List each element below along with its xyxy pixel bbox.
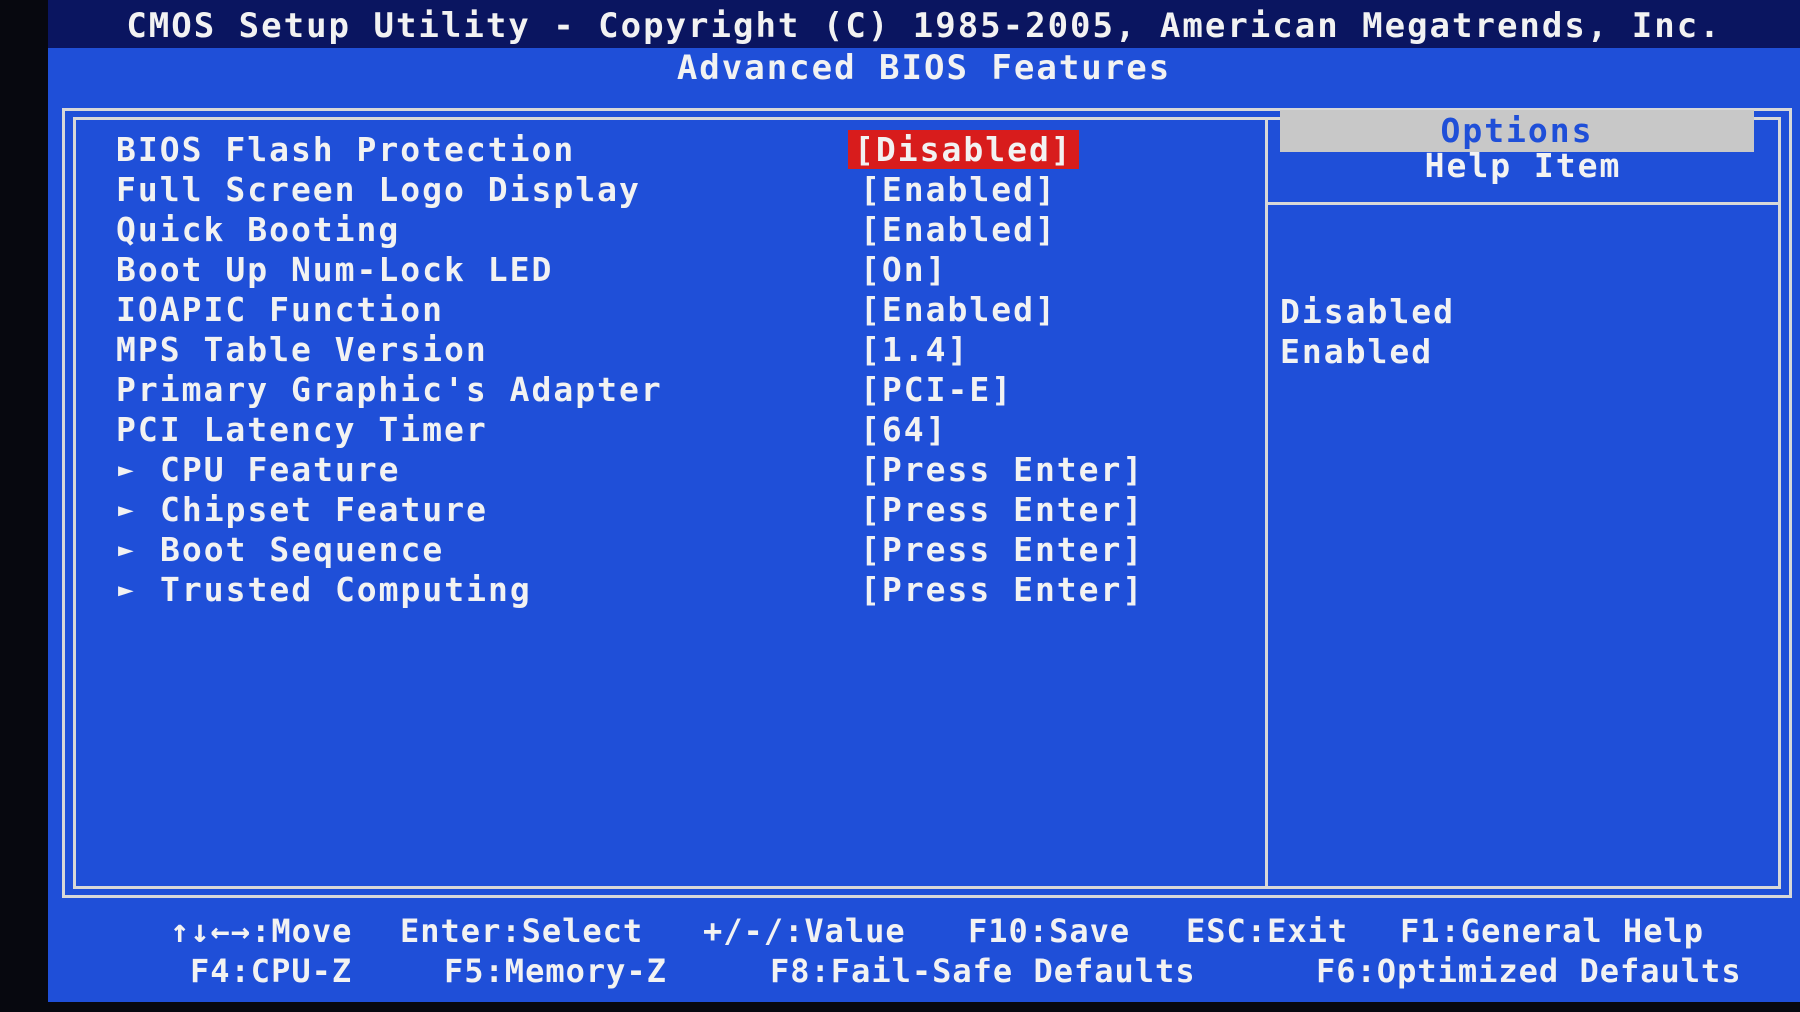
setting-value-selected[interactable]: [Disabled] xyxy=(848,130,1079,169)
setting-label: IOAPIC Function xyxy=(116,290,445,329)
setting-value[interactable]: [64] xyxy=(854,410,953,449)
help-separator xyxy=(1268,202,1778,205)
setting-label: PCI Latency Timer xyxy=(116,410,488,449)
hint-value: +/-/:Value xyxy=(703,912,906,950)
setting-value[interactable]: [Press Enter] xyxy=(854,570,1150,609)
page-title: Advanced BIOS Features xyxy=(676,48,1172,88)
setting-label: Quick Booting xyxy=(116,210,401,249)
utility-title: CMOS Setup Utility - Copyright (C) 1985-… xyxy=(126,6,1722,46)
setting-value[interactable]: [PCI-E] xyxy=(854,370,1019,409)
setting-label: Trusted Computing xyxy=(160,570,532,609)
hint-move: ↑↓←→:Move xyxy=(170,912,353,950)
setting-value[interactable]: [Press Enter] xyxy=(854,490,1150,529)
setting-label: BIOS Flash Protection xyxy=(116,130,576,169)
submenu-chipset-feature[interactable]: ► Chipset Feature [Press Enter] xyxy=(76,490,1256,530)
setting-label: Primary Graphic's Adapter xyxy=(116,370,663,409)
main-frame: BIOS Flash Protection [Disabled] Full Sc… xyxy=(62,108,1792,898)
setting-value[interactable]: [Enabled] xyxy=(854,290,1063,329)
setting-mps-table-version[interactable]: MPS Table Version [1.4] xyxy=(76,330,1256,370)
setting-value[interactable]: [Enabled] xyxy=(854,210,1063,249)
hint-select: Enter:Select xyxy=(400,912,644,950)
setting-value[interactable]: [Press Enter] xyxy=(854,450,1150,489)
submenu-cpu-feature[interactable]: ► CPU Feature [Press Enter] xyxy=(76,450,1256,490)
hint-cpu-z: F4:CPU-Z xyxy=(190,952,353,990)
setting-ioapic-function[interactable]: IOAPIC Function [Enabled] xyxy=(76,290,1256,330)
hint-general-help: F1:General Help xyxy=(1400,912,1704,950)
setting-bios-flash-protection[interactable]: BIOS Flash Protection [Disabled] xyxy=(76,130,1256,170)
setting-label: MPS Table Version xyxy=(116,330,488,369)
submenu-trusted-computing[interactable]: ► Trusted Computing [Press Enter] xyxy=(76,570,1256,610)
setting-full-screen-logo[interactable]: Full Screen Logo Display [Enabled] xyxy=(76,170,1256,210)
submenu-arrow-icon: ► xyxy=(118,535,136,565)
panel-divider xyxy=(1265,120,1268,886)
setting-label: CPU Feature xyxy=(160,450,401,489)
hint-optimized-defaults: F6:Optimized Defaults xyxy=(1316,952,1742,990)
bios-screen: CMOS Setup Utility - Copyright (C) 1985-… xyxy=(48,0,1800,1002)
hint-exit: ESC:Exit xyxy=(1186,912,1349,950)
setting-label: Boot Up Num-Lock LED xyxy=(116,250,554,289)
setting-label: Full Screen Logo Display xyxy=(116,170,641,209)
setting-quick-booting[interactable]: Quick Booting [Enabled] xyxy=(76,210,1256,250)
setting-value[interactable]: [Enabled] xyxy=(854,170,1063,209)
options-header: Options xyxy=(1280,110,1754,152)
setting-pci-latency-timer[interactable]: PCI Latency Timer [64] xyxy=(76,410,1256,450)
hint-fail-safe: F8:Fail-Safe Defaults xyxy=(770,952,1196,990)
setting-label: Boot Sequence xyxy=(160,530,445,569)
inner-frame: BIOS Flash Protection [Disabled] Full Sc… xyxy=(73,117,1781,889)
hint-memory-z: F5:Memory-Z xyxy=(444,952,667,990)
submenu-arrow-icon: ► xyxy=(118,455,136,485)
setting-value[interactable]: [Press Enter] xyxy=(854,530,1150,569)
option-enabled[interactable]: Enabled xyxy=(1280,332,1433,371)
submenu-arrow-icon: ► xyxy=(118,495,136,525)
setting-num-lock-led[interactable]: Boot Up Num-Lock LED [On] xyxy=(76,250,1256,290)
submenu-boot-sequence[interactable]: ► Boot Sequence [Press Enter] xyxy=(76,530,1256,570)
setting-value[interactable]: [1.4] xyxy=(854,330,975,369)
option-disabled[interactable]: Disabled xyxy=(1280,292,1455,331)
setting-value[interactable]: [On] xyxy=(854,250,953,289)
setting-label: Chipset Feature xyxy=(160,490,489,529)
setting-primary-graphics-adapter[interactable]: Primary Graphic's Adapter [PCI-E] xyxy=(76,370,1256,410)
hint-save: F10:Save xyxy=(968,912,1131,950)
submenu-arrow-icon: ► xyxy=(118,575,136,605)
